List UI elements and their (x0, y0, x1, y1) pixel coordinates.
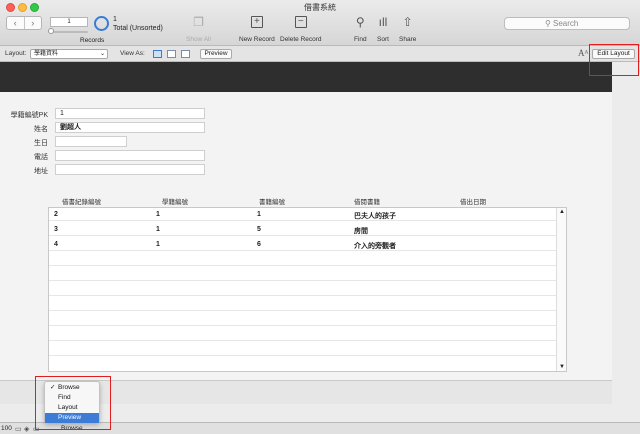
window-toolbar: 借書系統 ‹ › 1 1 Total (Unsorted) Records ❐ … (0, 0, 640, 46)
birthday-field[interactable] (55, 136, 127, 147)
zoom-level[interactable]: 100 (1, 425, 12, 432)
empty-row[interactable] (49, 298, 557, 311)
found-count: 1 (113, 16, 117, 23)
record-slider-handle[interactable] (48, 28, 54, 34)
previous-record-button[interactable]: ‹ (7, 17, 25, 29)
show-all-icon: ❐ (193, 15, 204, 29)
column-header-book-title: 借閱書籍 (354, 199, 380, 206)
scroll-down-arrow-icon[interactable]: ▼ (559, 364, 565, 370)
share-button[interactable]: ⇧ Share (399, 16, 416, 43)
zoom-out-icon[interactable]: ▭ (15, 425, 22, 433)
list-view-button[interactable] (167, 50, 176, 58)
empty-row[interactable] (49, 268, 557, 281)
field-label-name: 姓名 (34, 126, 48, 133)
zoom-in-icon[interactable]: ◈ (24, 425, 29, 433)
share-icon: ⇧ (402, 15, 413, 29)
name-field[interactable]: 劉超人 (55, 122, 205, 133)
empty-row[interactable] (49, 283, 557, 296)
delete-record-icon: − (294, 16, 307, 28)
field-label-birthday: 生日 (34, 140, 48, 147)
empty-row[interactable] (49, 328, 557, 341)
empty-row[interactable] (49, 253, 557, 266)
preview-button[interactable]: Preview (200, 49, 232, 59)
delete-record-button[interactable]: − Delete Record (280, 16, 322, 43)
empty-row[interactable] (49, 343, 557, 356)
layout-bar: Layout: 學籍資料 ⌄ View As: Preview Aᴬ Edit … (0, 46, 640, 62)
layout-select[interactable]: 學籍資料 ⌄ (30, 49, 108, 59)
column-header-loan-date: 借出日期 (460, 199, 486, 206)
magnifier-icon: ⚲ (355, 15, 365, 29)
column-header-book-id: 書籍編號 (259, 199, 285, 206)
table-row[interactable]: 3 1 5 房間 (49, 223, 557, 236)
layout-label: Layout: (5, 50, 27, 57)
window-title: 借書系統 (304, 3, 336, 12)
view-as-label: View As: (120, 50, 145, 57)
next-record-button[interactable]: › (25, 17, 42, 29)
address-field[interactable] (55, 164, 205, 175)
right-gutter (612, 62, 640, 404)
total-label: Total (Unsorted) (113, 25, 163, 32)
new-record-icon: + (250, 16, 263, 28)
find-button[interactable]: ⚲ Find (354, 16, 367, 43)
form-view-button[interactable] (153, 50, 162, 58)
field-label-address: 地址 (34, 168, 48, 175)
record-navigation: ‹ › (6, 16, 42, 30)
field-label-student-id: 學籍編號PK (10, 112, 48, 119)
loan-records-portal[interactable]: 2 1 1 巴夫人的孩子 3 1 5 房間 4 1 6 介入的旁觀者 ▲ ▼ (48, 207, 567, 372)
phone-field[interactable] (55, 150, 205, 161)
chevron-down-icon: ⌄ (99, 51, 105, 57)
new-record-button[interactable]: + New Record (239, 16, 275, 43)
table-row[interactable]: 4 1 6 介入的旁觀者 (49, 238, 557, 251)
layout-header (0, 62, 612, 92)
table-row[interactable]: 2 1 1 巴夫人的孩子 (49, 208, 557, 221)
found-set-pie-icon (94, 16, 109, 31)
annotation-box-edit-layout (589, 44, 639, 76)
sort-bars-icon: ıll (378, 15, 388, 29)
column-header-loan-id: 借書紀錄編號 (62, 199, 101, 206)
search-placeholder: Search (553, 19, 579, 28)
field-label-phone: 電話 (34, 154, 48, 161)
annotation-box-mode-menu (35, 376, 111, 430)
student-id-field[interactable]: 1 (55, 108, 205, 119)
current-record-field[interactable]: 1 (50, 17, 88, 27)
column-header-student-id: 學籍編號 (162, 199, 188, 206)
show-all-button[interactable]: ❐ Show All (186, 16, 211, 43)
scroll-up-arrow-icon[interactable]: ▲ (559, 209, 565, 215)
text-format-icon[interactable]: Aᴬ (578, 48, 588, 58)
sort-button[interactable]: ıll Sort (377, 16, 389, 43)
portal-scrollbar[interactable]: ▲ ▼ (556, 208, 566, 371)
search-input[interactable]: ⚲ Search (504, 17, 630, 30)
records-label: Records (80, 37, 105, 44)
empty-row[interactable] (49, 313, 557, 326)
record-slider[interactable] (50, 31, 88, 33)
table-view-button[interactable] (181, 50, 190, 58)
search-icon: ⚲ (545, 19, 551, 28)
